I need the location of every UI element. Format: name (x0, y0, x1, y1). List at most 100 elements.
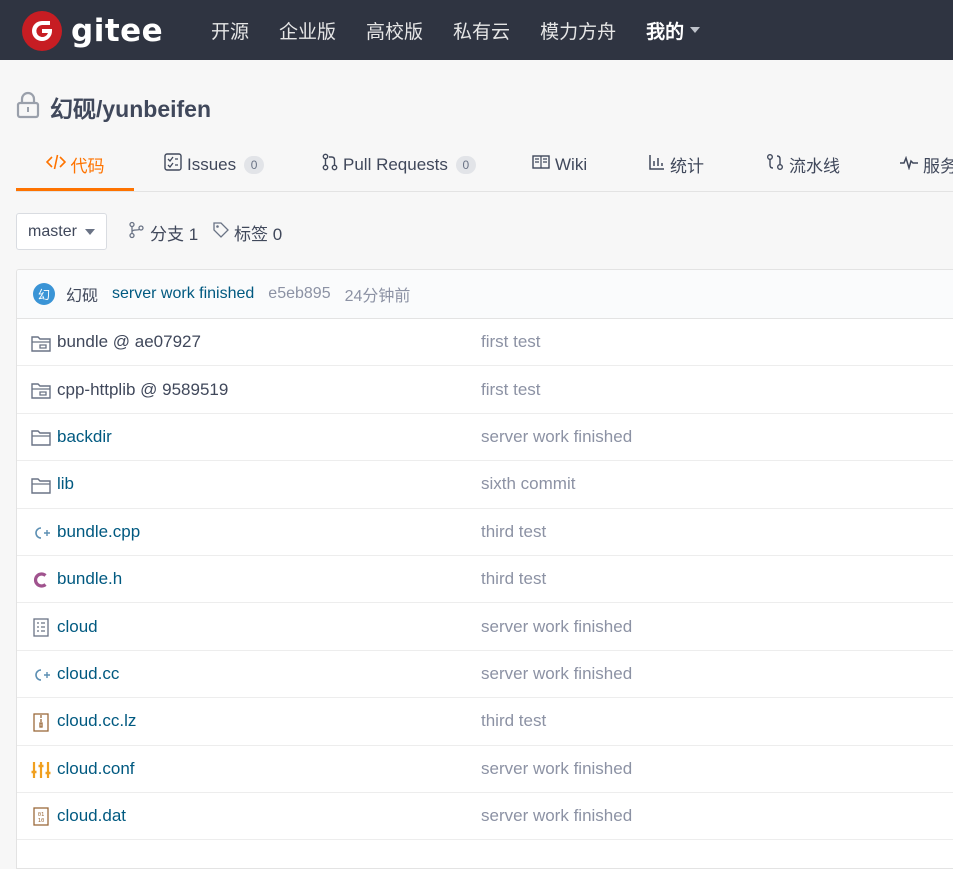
cpp-file-icon (31, 665, 51, 685)
tab-issues[interactable]: Issues 0 (164, 140, 265, 189)
tab-service[interactable]: 服务 (900, 140, 953, 189)
file-name[interactable]: bundle.h (57, 569, 122, 589)
brand-name: gitee (71, 13, 164, 49)
file-row[interactable]: lib sixth commit (17, 461, 953, 509)
repo-name[interactable]: 幻砚/yunbeifen (50, 90, 211, 124)
latest-commit-bar: 幻 幻砚 server work finished e5eb895 24分钟前 (17, 270, 953, 319)
file-row[interactable]: bundle.h third test (17, 556, 953, 604)
archive-file-icon (31, 712, 51, 732)
file-name[interactable]: cloud.cc.lz (57, 711, 136, 731)
tab-stats[interactable]: 统计 (649, 140, 704, 189)
pull-request-icon (322, 153, 343, 176)
config-file-icon (31, 760, 51, 780)
tab-pipeline[interactable]: 流水线 (766, 140, 840, 189)
file-commit-message[interactable]: sixth commit (481, 474, 575, 494)
file-name[interactable]: backdir (57, 427, 112, 447)
tab-service-label: 服务 (923, 157, 953, 176)
issues-icon (164, 153, 187, 176)
nav-item-moli-fangzhou[interactable]: 模力方舟 (540, 17, 616, 44)
file-row[interactable]: cloud.cc.lz third test (17, 698, 953, 746)
file-row[interactable]: cloud.conf server work finished (17, 746, 953, 793)
pipeline-icon (766, 153, 789, 176)
folder-icon (31, 428, 51, 448)
service-icon (900, 155, 923, 175)
tab-pull-requests-label: Pull Requests (343, 154, 448, 174)
file-commit-message[interactable]: first test (481, 380, 541, 400)
file-commit-message[interactable]: server work finished (481, 664, 632, 684)
branch-icon (128, 221, 150, 244)
repo-tabs: 代码 Issues 0 Pull Requests 0 Wiki 统计 流水线 (16, 140, 953, 192)
avatar[interactable]: 幻 (33, 283, 55, 305)
tags-label: 标签 0 (234, 224, 283, 244)
file-name[interactable]: bundle.cpp (57, 522, 140, 542)
file-row[interactable]: bundle @ ae07927 first test (17, 319, 953, 367)
text-file-icon (31, 617, 51, 637)
binary-file-icon: 01 10 (31, 807, 51, 827)
submodule-icon (31, 333, 51, 353)
top-navbar: gitee 开源 企业版 高校版 私有云 模力方舟 我的 (0, 0, 953, 60)
tags-link[interactable]: 标签 0 (212, 220, 282, 244)
nav-item-education[interactable]: 高校版 (366, 17, 423, 44)
file-row[interactable]: bundle.cpp third test (17, 509, 953, 556)
file-row[interactable]: backdir server work finished (17, 414, 953, 462)
nav-item-private-cloud[interactable]: 私有云 (453, 17, 510, 44)
tab-stats-label: 统计 (670, 157, 704, 176)
tab-pull-requests[interactable]: Pull Requests 0 (322, 140, 476, 189)
tab-issues-label: Issues (187, 154, 237, 174)
issues-count-badge: 0 (244, 155, 265, 174)
branch-select[interactable]: master (16, 213, 107, 250)
file-commit-message[interactable]: third test (481, 711, 546, 731)
folder-icon (31, 475, 51, 495)
nav-item-enterprise[interactable]: 企业版 (279, 17, 336, 44)
file-commit-message[interactable]: server work finished (481, 759, 632, 779)
nav-item-mine[interactable]: 我的 (646, 17, 701, 44)
commit-message[interactable]: server work finished (112, 285, 254, 303)
tab-code[interactable]: 代码 (16, 140, 134, 191)
c-header-icon (31, 570, 51, 590)
file-row[interactable]: 01 10 cloud.dat server work finished (17, 793, 953, 841)
tab-wiki-label: Wiki (555, 154, 588, 174)
cpp-file-icon (31, 523, 51, 543)
lock-icon (16, 91, 40, 124)
file-row[interactable]: cloud.cc server work finished (17, 651, 953, 699)
file-list: 幻 幻砚 server work finished e5eb895 24分钟前 … (16, 269, 953, 869)
code-icon (45, 154, 71, 175)
commit-sha[interactable]: e5eb895 (268, 285, 330, 303)
tab-wiki[interactable]: Wiki (532, 140, 587, 189)
file-commit-message[interactable]: server work finished (481, 806, 632, 826)
wiki-icon (532, 154, 555, 175)
pull-requests-count-badge: 0 (455, 155, 476, 174)
file-row[interactable]: cpp-httplib @ 9589519 first test (17, 366, 953, 414)
nav-item-mine-label: 我的 (646, 21, 685, 43)
chevron-down-icon (84, 228, 95, 235)
branch-select-label: master (28, 222, 77, 240)
file-commit-message[interactable]: third test (481, 522, 546, 542)
branches-link[interactable]: 分支 1 (128, 220, 198, 244)
commit-author[interactable]: 幻砚 (66, 282, 98, 306)
file-commit-message[interactable]: first test (481, 332, 541, 352)
file-commit-message[interactable]: third test (481, 569, 546, 589)
file-name[interactable]: cloud (57, 617, 98, 637)
stats-icon (649, 154, 670, 175)
file-name[interactable]: bundle @ ae07927 (57, 332, 201, 352)
chevron-down-icon (690, 27, 701, 33)
file-row[interactable]: cloud server work finished (17, 603, 953, 651)
branches-label: 分支 1 (150, 224, 199, 244)
file-name[interactable]: cloud.cc (57, 664, 119, 684)
file-commit-message[interactable]: server work finished (481, 617, 632, 637)
gitee-logo-icon (22, 11, 62, 51)
nav-item-open-source[interactable]: 开源 (211, 17, 249, 44)
file-name[interactable]: cloud.conf (57, 759, 135, 779)
file-name[interactable]: cloud.dat (57, 806, 126, 826)
gitee-logo[interactable]: gitee (22, 11, 163, 51)
tab-code-label: 代码 (70, 156, 105, 176)
repo-title: 幻砚/yunbeifen (16, 89, 211, 125)
tag-icon (212, 221, 234, 244)
file-name[interactable]: cpp-httplib @ 9589519 (57, 380, 228, 400)
file-commit-message[interactable]: server work finished (481, 427, 632, 447)
file-rows: bundle @ ae07927 first test cpp-httplib @ … (17, 319, 953, 841)
svg-text:10: 10 (38, 818, 45, 824)
tab-pipeline-label: 流水线 (789, 157, 840, 176)
main-nav: 开源 企业版 高校版 私有云 模力方舟 我的 (196, 0, 715, 60)
file-name[interactable]: lib (57, 474, 74, 494)
